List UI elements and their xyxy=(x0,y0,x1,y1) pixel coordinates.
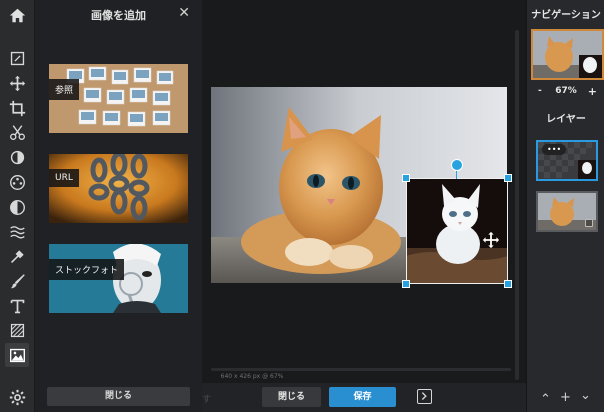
resize-handle-top-right[interactable] xyxy=(504,174,512,182)
toggle-panel-icon[interactable] xyxy=(417,389,432,404)
close-button[interactable]: 閉じる xyxy=(262,387,321,407)
source-url[interactable]: URL xyxy=(49,154,188,223)
move-layer-down-icon[interactable]: ⌄ xyxy=(580,388,591,403)
wave-icon[interactable] xyxy=(5,219,29,243)
cut-icon[interactable] xyxy=(5,120,29,144)
layer-item-background[interactable] xyxy=(536,191,598,232)
panel-title: 画像を追加 xyxy=(91,9,146,22)
navigation-title: ナビゲーション xyxy=(531,10,601,21)
panel-close-button[interactable]: 閉じる xyxy=(47,387,190,406)
home-icon[interactable] xyxy=(5,3,29,27)
navigation-thumbnail[interactable] xyxy=(531,29,604,80)
effects-icon[interactable] xyxy=(5,170,29,194)
rotate-line xyxy=(456,170,457,179)
navigation-preview xyxy=(533,31,602,78)
brush-icon[interactable] xyxy=(5,269,29,293)
source-stock-photo[interactable]: ストックフォト xyxy=(49,244,188,313)
vignette-icon[interactable] xyxy=(5,195,29,219)
rotate-handle[interactable] xyxy=(451,159,463,171)
resize-handle-bottom-right[interactable] xyxy=(504,280,512,288)
layer-item-overlay[interactable]: ••• xyxy=(536,140,598,181)
horizontal-scrollbar[interactable] xyxy=(211,368,511,371)
layer-options-button[interactable]: ••• xyxy=(542,144,567,155)
right-panel: ナビゲーション - 67% + レイヤー ••• ⌃ + ⌄ xyxy=(526,0,604,412)
source-label: ストックフォト xyxy=(49,259,125,280)
resize-handle-bottom-left[interactable] xyxy=(402,280,410,288)
layers-title: レイヤー xyxy=(546,114,586,125)
source-browse[interactable]: 参照 xyxy=(49,64,188,133)
crop-icon[interactable] xyxy=(5,96,29,120)
text-icon[interactable] xyxy=(5,294,29,318)
close-icon[interactable]: ✕ xyxy=(178,5,190,21)
move-icon[interactable] xyxy=(5,71,29,95)
texture-icon[interactable] xyxy=(5,318,29,342)
adjust-icon[interactable] xyxy=(5,145,29,169)
ghost-text: す xyxy=(202,395,212,405)
image-icon[interactable] xyxy=(5,343,29,367)
add-layer-icon[interactable]: + xyxy=(560,390,571,405)
zoom-control: - 67% + xyxy=(527,85,604,100)
layer-visibility-checkbox[interactable] xyxy=(585,219,593,227)
move-layer-up-icon[interactable]: ⌃ xyxy=(540,392,551,407)
layer-actions: ⌃ + ⌄ xyxy=(540,388,602,408)
source-label: 参照 xyxy=(49,79,80,100)
dropper-icon[interactable] xyxy=(5,244,29,268)
zoom-in-button[interactable]: + xyxy=(588,85,597,98)
add-image-panel: 画像を追加 ✕ 参照 URL ストックフォト 閉じる xyxy=(35,0,202,412)
tool-bar xyxy=(0,0,35,412)
canvas-dimensions: 640 x 426 px @ 67% xyxy=(220,373,284,380)
move-cursor-icon[interactable] xyxy=(482,231,500,249)
crop-ratio-icon[interactable] xyxy=(5,46,29,70)
vertical-scrollbar[interactable] xyxy=(515,30,519,380)
source-label: URL xyxy=(49,169,79,187)
url-thumbnail xyxy=(49,154,188,223)
settings-icon[interactable] xyxy=(5,385,29,409)
resize-handle-top-left[interactable] xyxy=(402,174,410,182)
save-button[interactable]: 保存 xyxy=(329,387,396,407)
